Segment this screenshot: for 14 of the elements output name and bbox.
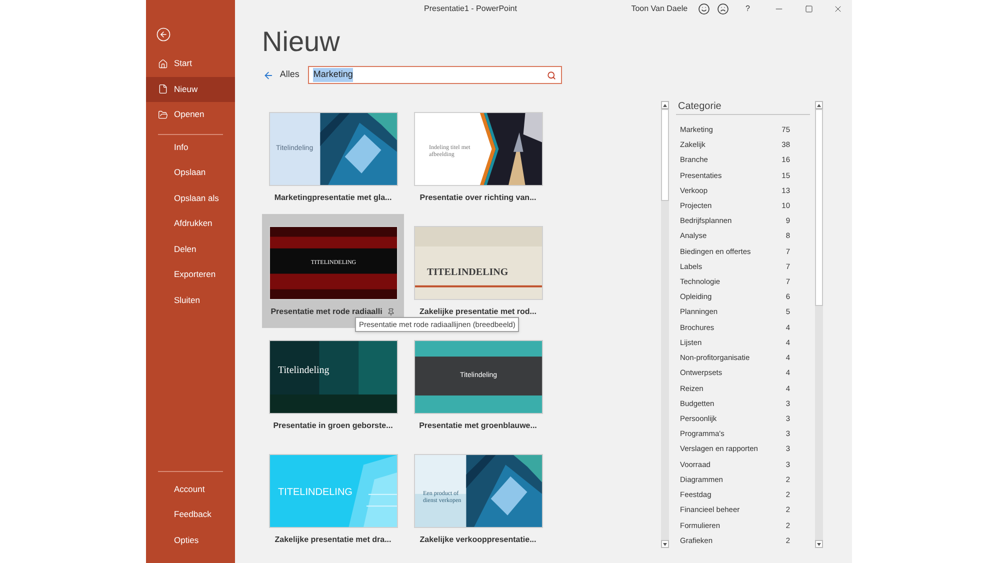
slide-title: TITELINDELING (427, 266, 508, 280)
template-title: Marketingpresentatie met gla... (274, 192, 392, 204)
slide-title: Titelindeling (278, 364, 330, 378)
page-heading: Nieuw (262, 26, 340, 58)
window-title: Presentatie1 - PowerPoint (424, 3, 517, 15)
slide-title: TITELINDELING (278, 486, 352, 500)
template-title: Presentatie met groenblauwe... (419, 420, 537, 432)
category-heading: Categorie (676, 101, 810, 115)
template-title: Presentatie over richting van... (420, 192, 536, 204)
template-title: Zakelijke presentatie met dra... (274, 534, 392, 546)
template-title: Zakelijke verkooppresentatie... (420, 534, 536, 546)
template-title: Presentatie in groen geborste... (273, 420, 393, 432)
template-title: Presentatie met rode radiaalli (270, 306, 382, 318)
template-title: Zakelijke presentatie met rod... (420, 306, 536, 318)
